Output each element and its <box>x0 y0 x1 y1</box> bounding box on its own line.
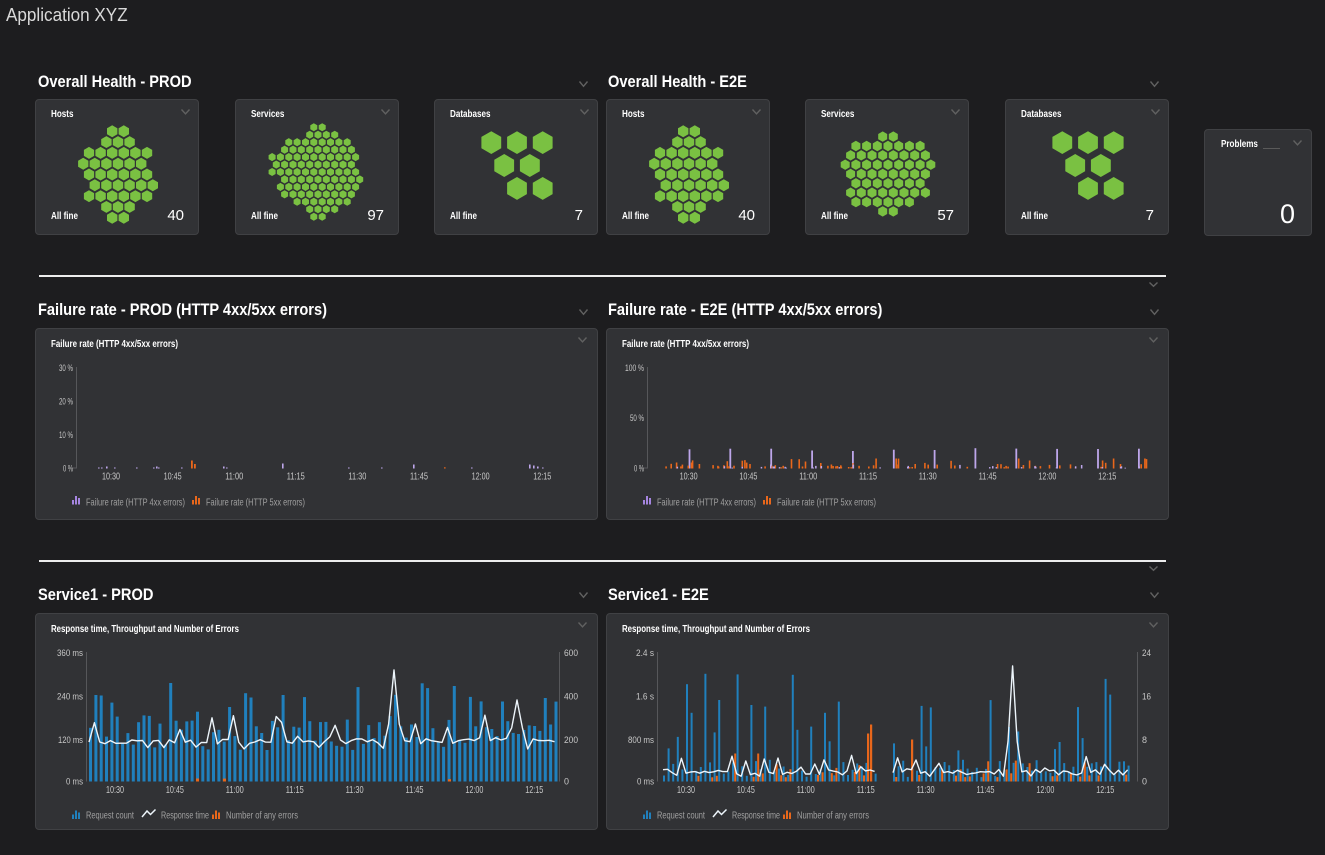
svg-text:20 %: 20 % <box>59 397 73 408</box>
svg-text:11:45: 11:45 <box>410 471 428 483</box>
svg-text:11:15: 11:15 <box>287 471 305 483</box>
svg-text:Request count: Request count <box>86 810 134 822</box>
svg-text:0 %: 0 % <box>63 464 73 475</box>
svg-text:1.6 s: 1.6 s <box>636 692 654 703</box>
svg-text:800 ms: 800 ms <box>628 735 654 746</box>
svg-text:Failure rate (HTTP 5xx errors): Failure rate (HTTP 5xx errors) <box>777 497 876 509</box>
svg-text:12:00: 12:00 <box>472 471 490 483</box>
svg-text:240 ms: 240 ms <box>57 692 83 703</box>
svg-text:12:00: 12:00 <box>1036 784 1054 796</box>
svg-text:12:00: 12:00 <box>1038 471 1056 483</box>
svg-text:600: 600 <box>564 648 578 659</box>
svg-text:Failure rate (HTTP 5xx errors): Failure rate (HTTP 5xx errors) <box>206 497 305 509</box>
svg-text:12:15: 12:15 <box>525 784 543 796</box>
svg-text:Number of any errors: Number of any errors <box>797 810 869 822</box>
svg-text:Failure rate (HTTP 4xx/5xx err: Failure rate (HTTP 4xx/5xx errors) <box>51 338 178 350</box>
svg-text:11:15: 11:15 <box>286 784 304 796</box>
svg-text:11:30: 11:30 <box>919 471 937 483</box>
svg-text:11:45: 11:45 <box>406 784 424 796</box>
svg-text:120 ms: 120 ms <box>58 735 83 746</box>
svg-text:10:30: 10:30 <box>102 471 120 483</box>
svg-text:11:30: 11:30 <box>346 784 364 796</box>
svg-text:360 ms: 360 ms <box>57 648 83 659</box>
svg-text:Failure rate (HTTP 4xx errors): Failure rate (HTTP 4xx errors) <box>86 497 185 509</box>
svg-text:10:30: 10:30 <box>106 784 124 796</box>
svg-text:Response time, Throughput and: Response time, Throughput and Number of … <box>51 623 239 635</box>
svg-text:10:45: 10:45 <box>737 784 755 796</box>
svg-text:100 %: 100 % <box>625 363 644 374</box>
svg-text:10:30: 10:30 <box>677 784 695 796</box>
svg-text:11:15: 11:15 <box>859 471 877 483</box>
svg-text:200: 200 <box>564 735 578 746</box>
svg-text:Request count: Request count <box>657 810 705 822</box>
svg-text:11:15: 11:15 <box>857 784 875 796</box>
svg-text:12:00: 12:00 <box>465 784 483 796</box>
svg-text:11:45: 11:45 <box>979 471 997 483</box>
svg-text:10 %: 10 % <box>59 430 73 441</box>
svg-text:12:15: 12:15 <box>1096 784 1114 796</box>
svg-text:11:30: 11:30 <box>348 471 366 483</box>
svg-text:0 ms: 0 ms <box>66 777 83 788</box>
svg-text:10:45: 10:45 <box>166 784 184 796</box>
svg-text:12:15: 12:15 <box>533 471 551 483</box>
svg-text:24: 24 <box>1142 648 1151 659</box>
svg-text:11:00: 11:00 <box>226 784 244 796</box>
svg-text:11:00: 11:00 <box>225 471 243 483</box>
svg-text:11:45: 11:45 <box>977 784 995 796</box>
svg-text:0 ms: 0 ms <box>637 777 654 788</box>
svg-text:11:30: 11:30 <box>917 784 935 796</box>
svg-text:Response time: Response time <box>732 810 780 822</box>
svg-text:400: 400 <box>564 692 578 703</box>
svg-text:Failure rate (HTTP 4xx errors): Failure rate (HTTP 4xx errors) <box>657 497 756 509</box>
svg-text:2.4 s: 2.4 s <box>636 648 654 659</box>
svg-text:11:00: 11:00 <box>799 471 817 483</box>
svg-text:Response time: Response time <box>161 810 209 822</box>
svg-text:0: 0 <box>564 777 569 788</box>
svg-text:12:15: 12:15 <box>1098 471 1116 483</box>
svg-text:Number of any errors: Number of any errors <box>226 810 298 822</box>
svg-text:Response time, Throughput and: Response time, Throughput and Number of … <box>622 623 810 635</box>
svg-text:30 %: 30 % <box>59 363 73 374</box>
svg-text:11:00: 11:00 <box>797 784 815 796</box>
svg-text:0: 0 <box>1142 777 1147 788</box>
svg-text:10:30: 10:30 <box>680 471 698 483</box>
svg-text:0 %: 0 % <box>634 464 644 475</box>
svg-text:10:45: 10:45 <box>164 471 182 483</box>
svg-text:8: 8 <box>1142 735 1147 746</box>
svg-text:Failure rate (HTTP 4xx/5xx err: Failure rate (HTTP 4xx/5xx errors) <box>622 338 749 350</box>
svg-text:16: 16 <box>1142 692 1151 703</box>
svg-text:10:45: 10:45 <box>739 471 757 483</box>
svg-text:50 %: 50 % <box>630 413 644 424</box>
